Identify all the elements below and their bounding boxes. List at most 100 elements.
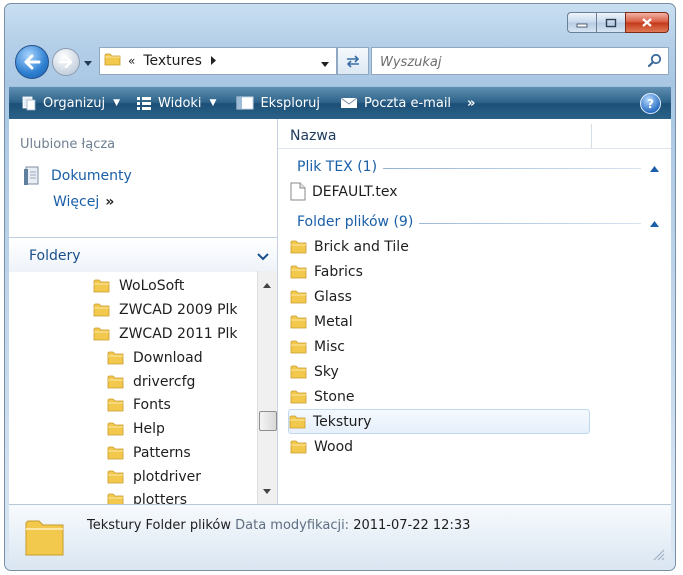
scroll-thumb[interactable] (259, 411, 277, 431)
folder-icon (107, 444, 125, 461)
folder-icon (107, 373, 125, 390)
scroll-up-icon[interactable] (263, 277, 271, 292)
back-button[interactable] (15, 45, 49, 79)
folder-item-fabrics[interactable]: Fabrics (290, 260, 590, 283)
tree-item-label: ZWCAD 2011 Plk (119, 325, 238, 342)
column-name-header[interactable]: Nazwa (290, 128, 336, 144)
folder-item-label: Metal (314, 313, 353, 330)
maximize-button[interactable] (596, 12, 625, 33)
address-bar[interactable]: « Textures (99, 47, 337, 75)
folder-icon (107, 468, 125, 485)
scroll-down-icon[interactable] (263, 483, 271, 498)
search-input[interactable] (378, 52, 632, 72)
breadcrumb-textures[interactable]: Textures (143, 53, 202, 69)
tree-item-label: WoLoSoft (119, 277, 185, 294)
folder-item-sky[interactable]: Sky (290, 360, 590, 383)
details-name: Tekstury (87, 518, 142, 533)
views-label: Widoki (158, 95, 202, 111)
breadcrumb-overflow[interactable]: « (128, 54, 135, 68)
organize-button[interactable]: Organizuj ▼ (21, 95, 120, 111)
file-item-default-tex[interactable]: DEFAULT.tex (290, 180, 590, 203)
favorite-documents-link[interactable]: Dokumenty (23, 166, 132, 186)
email-label: Poczta e-mail (364, 95, 452, 111)
tree-item-label: Help (133, 420, 165, 437)
group-label: Plik TEX (1) (297, 159, 384, 175)
folder-icon (23, 515, 67, 563)
file-list-pane: Nazwa Plik TEX (1) DEFAULT.tex Folder pl… (278, 119, 671, 504)
folder-icon (290, 313, 308, 330)
file-item-label: DEFAULT.tex (312, 183, 398, 200)
close-icon (642, 18, 652, 27)
more-arrow: » (105, 194, 115, 210)
resize-grip-icon[interactable] (651, 547, 665, 565)
chevron-down-icon[interactable] (257, 250, 269, 265)
chevron-down-icon: ▼ (209, 98, 217, 108)
folder-item-misc[interactable]: Misc (290, 335, 590, 358)
folders-header[interactable]: Foldery (9, 237, 277, 272)
favorites-more-label: Więcej (53, 194, 100, 210)
chevron-down-icon (84, 61, 92, 66)
folder-item-wood[interactable]: Wood (290, 435, 590, 458)
folder-icon (290, 363, 308, 380)
details-pane: Tekstury Folder plików Data modyfikacji:… (9, 504, 671, 569)
folder-icon (107, 491, 125, 504)
search-icon[interactable] (647, 53, 662, 71)
tree-item-zwcad-2009[interactable]: ZWCAD 2009 Plk (93, 298, 238, 321)
favorite-links: Ulubione łącza Dokumenty Więcej » (9, 119, 277, 237)
recent-pages-dropdown[interactable] (83, 56, 93, 71)
organize-label: Organizuj (43, 95, 106, 111)
email-button[interactable]: Poczta e-mail (340, 96, 451, 111)
chevron-up-icon[interactable] (650, 216, 659, 231)
tree-item-help[interactable]: Help (107, 417, 165, 440)
folder-icon (107, 349, 125, 366)
navigation-pane: Ulubione łącza Dokumenty Więcej » Foldery (9, 119, 278, 504)
folder-item-metal[interactable]: Metal (290, 310, 590, 333)
forward-button[interactable] (52, 48, 80, 76)
folder-item-label: Tekstury (313, 413, 372, 430)
chevron-right-icon[interactable] (210, 54, 216, 69)
help-icon[interactable]: ? (640, 93, 661, 114)
column-divider[interactable] (591, 124, 592, 148)
folder-item-brick-and-tile[interactable]: Brick and Tile (290, 235, 590, 258)
group-header-folders[interactable]: Folder plików (9) (278, 212, 671, 232)
views-icon (136, 96, 152, 110)
documents-label: Dokumenty (51, 168, 132, 184)
organize-icon (21, 95, 37, 111)
explore-label: Eksploruj (260, 95, 320, 111)
minimize-button[interactable] (567, 12, 596, 33)
tree-item-download[interactable]: Download (107, 346, 203, 369)
tree-item-label: drivercfg (133, 373, 196, 390)
tree-item-patterns[interactable]: Patterns (107, 441, 191, 464)
chevron-up-icon[interactable] (650, 161, 659, 176)
tree-item-wolosoft[interactable]: WoLoSoft (93, 274, 184, 297)
favorites-more-link[interactable]: Więcej » (53, 194, 114, 210)
folder-item-label: Wood (314, 438, 354, 455)
folder-icon (289, 413, 307, 430)
command-bar: Organizuj ▼ Widoki ▼ Eksploruj Poczta e-… (9, 86, 671, 119)
folder-item-label: Misc (314, 338, 345, 355)
folders-title: Foldery (29, 248, 81, 264)
views-button[interactable]: Widoki ▼ (136, 96, 216, 111)
close-button[interactable] (625, 12, 669, 33)
tree-scrollbar[interactable] (257, 271, 277, 504)
tree-item-drivercfg[interactable]: drivercfg (107, 370, 195, 393)
details-info: Tekstury Folder plików Data modyfikacji:… (87, 518, 470, 533)
refresh-button[interactable] (337, 47, 369, 75)
tree-item-zwcad-2011[interactable]: ZWCAD 2011 Plk (93, 322, 238, 345)
folder-item-glass[interactable]: Glass (290, 285, 590, 308)
file-icon (290, 182, 306, 201)
folder-item-label: Stone (314, 388, 355, 405)
group-header-tex[interactable]: Plik TEX (1) (278, 157, 671, 177)
toolbar-more-button[interactable]: » (467, 96, 475, 111)
folder-icon (107, 420, 125, 437)
explore-button[interactable]: Eksploruj (236, 96, 320, 111)
folder-icon (104, 51, 122, 71)
folder-item-tekstury-selected[interactable]: Tekstury (288, 409, 590, 434)
tree-item-fonts[interactable]: Fonts (107, 393, 171, 416)
column-header: Nazwa (278, 124, 671, 149)
tree-item-plotters[interactable]: plotters (107, 488, 187, 504)
chevron-down-icon: ▼ (113, 98, 121, 108)
folder-item-stone[interactable]: Stone (290, 385, 590, 408)
tree-item-plotdriver[interactable]: plotdriver (107, 465, 201, 488)
address-dropdown-icon[interactable] (320, 57, 330, 72)
